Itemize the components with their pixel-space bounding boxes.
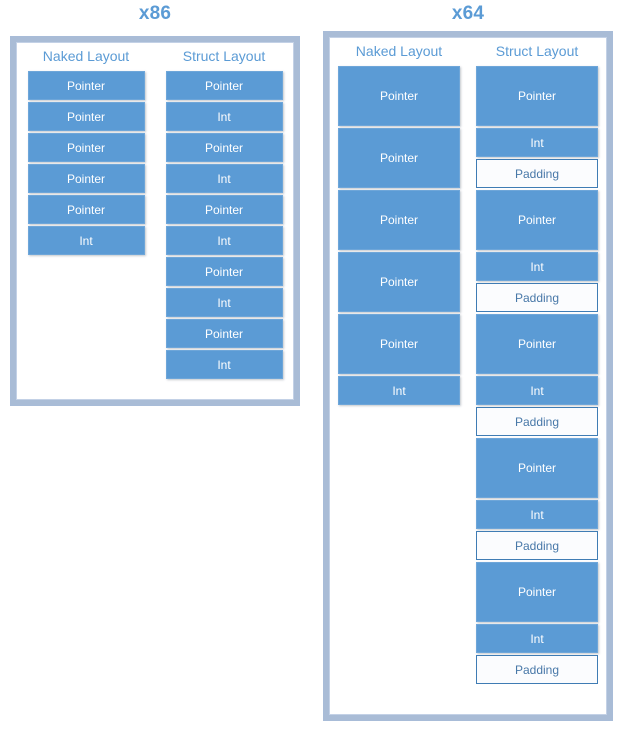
column-struct-layout-x86: Struct Layout Pointer Int Pointer Int Pointe…: [155, 43, 293, 399]
memory-block-pointer: Pointer: [338, 128, 460, 188]
memory-block-int: Int: [338, 376, 460, 405]
memory-block-padding: Padding: [476, 407, 598, 436]
column-naked-layout-x64: Naked Layout Pointer Pointer Pointer Pointe…: [330, 38, 468, 714]
memory-blocks-struct-x64: Pointer Int Padding Pointer Int Padding Pointe…: [468, 66, 606, 686]
memory-block-int: Int: [165, 226, 283, 255]
memory-block-pointer: Pointer: [165, 71, 283, 100]
diagram-panel-x64: Naked Layout Pointer Pointer Pointer Pointe…: [323, 31, 613, 721]
memory-block-padding: Padding: [476, 655, 598, 684]
memory-block-pointer: Pointer: [476, 66, 598, 126]
columns-x64: Naked Layout Pointer Pointer Pointer Pointe…: [330, 38, 606, 714]
memory-block-int: Int: [476, 624, 598, 653]
memory-block-pointer: Pointer: [27, 195, 145, 224]
memory-block-pointer: Pointer: [476, 190, 598, 250]
column-header-naked-layout-x64: Naked Layout: [355, 43, 443, 59]
memory-block-int: Int: [476, 500, 598, 529]
columns-x86: Naked Layout Pointer Pointer Pointer Pointe…: [17, 43, 293, 399]
memory-block-pointer: Pointer: [27, 102, 145, 131]
memory-block-int: Int: [476, 128, 598, 157]
memory-blocks-naked-x86: Pointer Pointer Pointer Pointer Pointer Int: [17, 71, 155, 257]
memory-block-pointer: Pointer: [165, 257, 283, 286]
memory-block-padding: Padding: [476, 159, 598, 188]
column-header-struct-layout-x64: Struct Layout: [495, 43, 579, 59]
panel-title-x86: x86: [138, 3, 172, 24]
memory-block-int: Int: [165, 288, 283, 317]
memory-block-pointer: Pointer: [27, 71, 145, 100]
memory-block-pointer: Pointer: [165, 195, 283, 224]
memory-block-int: Int: [165, 350, 283, 379]
memory-block-pointer: Pointer: [338, 66, 460, 126]
memory-block-pointer: Pointer: [165, 319, 283, 348]
column-header-struct-layout-x86: Struct Layout: [182, 48, 266, 64]
memory-block-int: Int: [165, 164, 283, 193]
memory-block-padding: Padding: [476, 531, 598, 560]
memory-block-pointer: Pointer: [476, 314, 598, 374]
memory-block-int: Int: [27, 226, 145, 255]
memory-block-pointer: Pointer: [165, 133, 283, 162]
column-header-naked-layout-x86: Naked Layout: [42, 48, 130, 64]
panel-title-x64: x64: [451, 3, 485, 24]
memory-block-pointer: Pointer: [338, 252, 460, 312]
memory-block-pointer: Pointer: [338, 190, 460, 250]
memory-block-int: Int: [476, 252, 598, 281]
column-naked-layout-x86: Naked Layout Pointer Pointer Pointer Pointe…: [17, 43, 155, 399]
memory-block-pointer: Pointer: [476, 562, 598, 622]
memory-block-int: Int: [165, 102, 283, 131]
memory-block-padding: Padding: [476, 283, 598, 312]
memory-block-pointer: Pointer: [338, 314, 460, 374]
memory-blocks-struct-x86: Pointer Int Pointer Int Pointer Int Pointer Int…: [155, 71, 293, 381]
diagram-panel-x86: Naked Layout Pointer Pointer Pointer Pointe…: [10, 36, 300, 406]
memory-block-pointer: Pointer: [27, 133, 145, 162]
column-struct-layout-x64: Struct Layout Pointer Int Padding Pointer In…: [468, 38, 606, 714]
memory-block-pointer: Pointer: [476, 438, 598, 498]
memory-block-pointer: Pointer: [27, 164, 145, 193]
memory-blocks-naked-x64: Pointer Pointer Pointer Pointer Pointer Int: [330, 66, 468, 407]
memory-block-int: Int: [476, 376, 598, 405]
